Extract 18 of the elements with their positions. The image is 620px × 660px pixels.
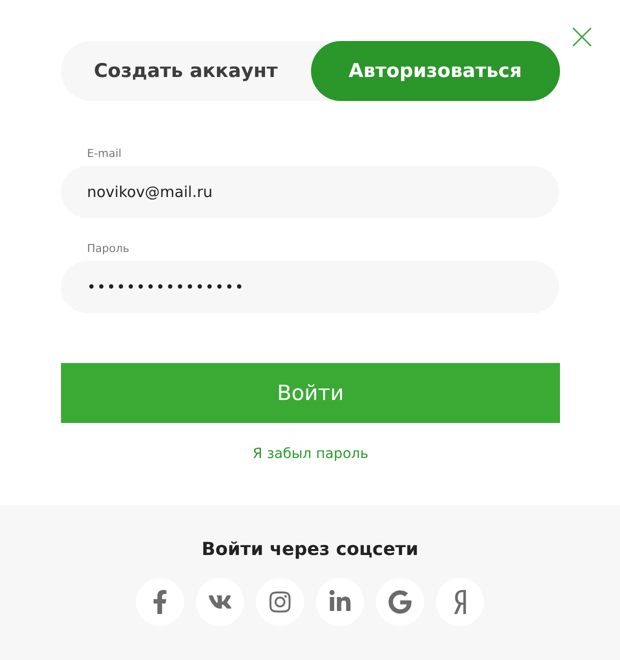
camera-icon xyxy=(268,590,292,614)
input-field[interactable]: novikov@mail.ru xyxy=(61,166,559,218)
social-login-button[interactable] xyxy=(136,578,184,626)
social-login-button[interactable] xyxy=(316,578,364,626)
social-login-button[interactable] xyxy=(436,578,484,626)
g-logo-icon xyxy=(388,590,412,614)
social-title: Войти через соцсети xyxy=(202,539,418,560)
field-label: E-mail xyxy=(87,147,122,160)
social-login-button[interactable] xyxy=(376,578,424,626)
field-label: Пароль xyxy=(87,242,130,255)
in-logo-icon xyxy=(328,590,352,614)
input-field[interactable]: •••••••••••••••• xyxy=(61,261,559,313)
tab[interactable]: Авторизоваться xyxy=(310,41,560,101)
tab[interactable]: Создать аккаунт xyxy=(61,41,310,101)
close-icon[interactable] xyxy=(572,27,592,47)
social-login-button[interactable] xyxy=(196,578,244,626)
forgot-password-link[interactable]: Я забыл пароль xyxy=(252,446,368,462)
social-login-button[interactable] xyxy=(256,578,304,626)
